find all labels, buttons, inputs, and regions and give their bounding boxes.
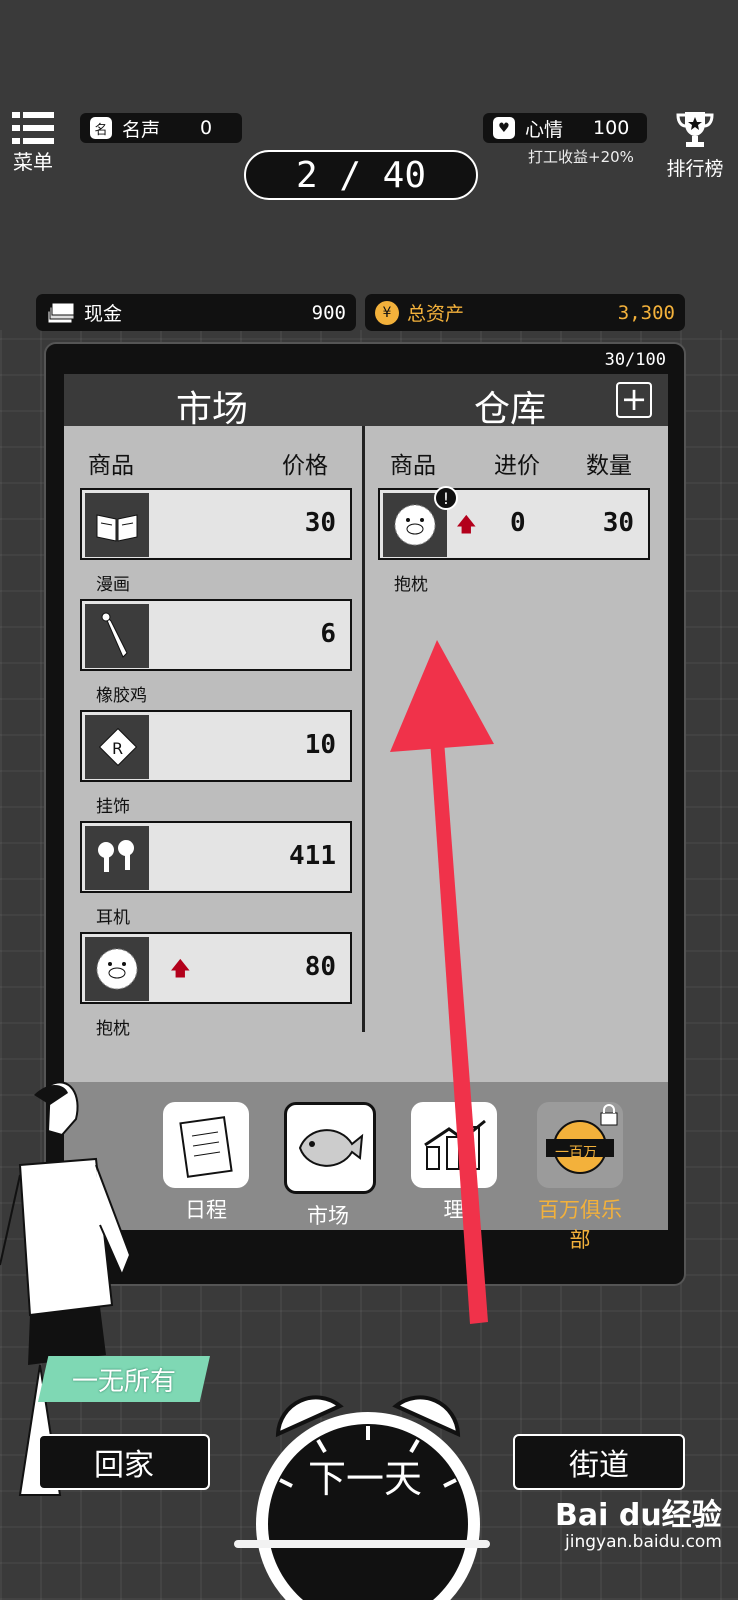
street-button[interactable]: 街道 <box>513 1434 685 1490</box>
day-counter: 2 / 40 <box>244 150 478 200</box>
warehouse-item-name: 抱枕 <box>394 575 428 595</box>
bottom-nav: 日程 市场 理 一百万 百万俱乐部 <box>64 1082 668 1252</box>
warehouse-capacity: 30/100 <box>604 350 666 370</box>
rubber-chicken-icon <box>85 604 149 668</box>
market-item-name: 橡胶鸡 <box>96 686 147 706</box>
pendant-icon: R <box>85 715 149 779</box>
fame-value: 0 <box>200 117 213 139</box>
warehouse-item[interactable]: ! 🡅 0 30 <box>378 486 650 560</box>
assets-label: 总资产 <box>407 303 465 325</box>
warehouse-col-qty: 数量 <box>586 453 632 479</box>
nav-finance-label: 理 <box>443 1198 465 1222</box>
expand-warehouse-button[interactable]: + <box>616 382 652 418</box>
nav-schedule[interactable]: 日程 <box>162 1102 250 1224</box>
trade-header: 市场 仓库 + <box>64 374 668 430</box>
club-badge-icon: 一百万 <box>537 1102 623 1188</box>
market-item[interactable]: R 10 <box>80 710 352 782</box>
fish-cake-icon <box>284 1102 376 1194</box>
yuan-coin-icon: ¥ <box>375 300 399 325</box>
nav-market[interactable]: 市场 <box>284 1102 376 1230</box>
warehouse-col-item: 商品 <box>390 453 436 479</box>
market-item-name: 漫画 <box>96 575 130 595</box>
cash-label: 现金 <box>84 303 123 325</box>
nav-millionaire-club[interactable]: 一百万 百万俱乐部 <box>536 1102 624 1254</box>
heart-icon: ♥ <box>493 117 515 139</box>
status-tag: 一无所有 <box>38 1356 210 1402</box>
market-item-price: 30 <box>304 508 336 538</box>
lock-icon <box>599 1104 619 1126</box>
leaderboard-button[interactable]: 排行榜 <box>660 110 730 181</box>
trade-area: 市场 仓库 + 商品 价格 商品 进价 数量 30 漫画 6 橡胶鸡 R 10 … <box>64 374 668 1082</box>
nav-market-label: 市场 <box>307 1204 349 1228</box>
total-assets-display: ¥ 总资产 3,300 <box>365 294 685 331</box>
nav-finance[interactable]: 理 <box>410 1102 498 1224</box>
cash-value: 900 <box>311 301 346 324</box>
leaderboard-label: 排行榜 <box>666 158 724 180</box>
market-item[interactable]: 🡅 80 <box>80 932 352 1004</box>
market-item[interactable]: 411 <box>80 821 352 893</box>
chart-icon <box>411 1102 497 1188</box>
market-item[interactable]: 30 <box>80 488 352 560</box>
menu-button[interactable]: 菜单 <box>10 110 56 175</box>
menu-label: 菜单 <box>13 150 53 174</box>
earbuds-icon <box>85 826 149 890</box>
market-item-price: 80 <box>304 952 336 982</box>
money-stack-icon <box>47 302 75 323</box>
pillow-icon <box>85 937 149 1001</box>
warehouse-col-cost: 进价 <box>494 453 540 479</box>
mood-bonus: 打工收益+20% <box>528 148 634 166</box>
market-item-name: 抱枕 <box>96 1019 130 1039</box>
fame-icon: 名 <box>90 117 112 139</box>
watermark-url: jingyan.baidu.com <box>565 1532 722 1552</box>
club-badge-text: 一百万 <box>555 1145 597 1161</box>
book-icon <box>85 493 149 557</box>
fame-stat: 名 名声 0 <box>80 113 242 143</box>
mood-label: 心情 <box>525 118 564 141</box>
go-home-button[interactable]: 回家 <box>38 1434 210 1490</box>
alert-icon: ! <box>434 486 458 510</box>
market-col-item: 商品 <box>88 453 134 479</box>
cash-display: 现金 900 <box>36 294 356 331</box>
market-item-name: 挂饰 <box>96 797 130 817</box>
trophy-icon <box>676 112 714 147</box>
column-divider <box>362 426 365 1032</box>
mood-value: 100 <box>593 117 630 139</box>
menu-icon <box>12 112 54 144</box>
market-item[interactable]: 6 <box>80 599 352 671</box>
trend-up-icon: 🡅 <box>170 956 191 980</box>
warehouse-item-cost: 0 <box>510 508 526 538</box>
fame-label: 名声 <box>122 118 161 141</box>
mood-stat: ♥ 心情 100 <box>483 113 647 143</box>
market-item-price: 6 <box>320 619 336 649</box>
home-indicator <box>234 1540 490 1548</box>
market-item-price: 411 <box>289 841 336 871</box>
svg-text:R: R <box>112 739 123 758</box>
notepad-icon <box>163 1102 249 1188</box>
nav-club-label: 百万俱乐部 <box>538 1198 622 1252</box>
market-item-name: 耳机 <box>96 908 130 928</box>
next-day-button[interactable]: 下一天 <box>300 1448 430 1503</box>
market-item-price: 10 <box>304 730 336 760</box>
nav-schedule-label: 日程 <box>185 1198 227 1222</box>
trend-up-icon: 🡅 <box>456 512 477 536</box>
warehouse-item-qty: 30 <box>602 508 634 538</box>
assets-value: 3,300 <box>617 301 675 324</box>
market-title: 市场 <box>176 389 249 430</box>
market-col-price: 价格 <box>282 453 328 479</box>
warehouse-title: 仓库 <box>474 389 547 430</box>
watermark-brand: Bai du经验 <box>555 1498 722 1533</box>
